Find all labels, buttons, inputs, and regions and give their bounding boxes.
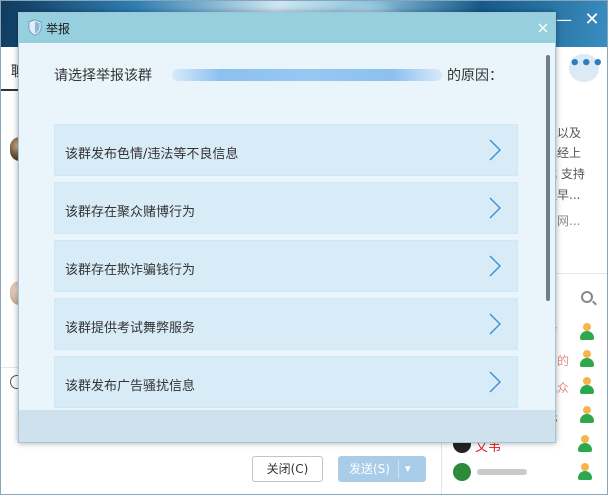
chevron-down-icon[interactable]: ▾ (405, 456, 411, 482)
reason-label: 该群存在聚众赌博行为 (65, 205, 196, 220)
user-icon (579, 406, 595, 424)
redacted-name (477, 469, 527, 475)
dialog-footer (19, 410, 555, 442)
more-options-button[interactable]: ••• (569, 54, 604, 82)
close-icon[interactable]: × (533, 17, 553, 39)
reason-item[interactable]: 该群存在聚众赌博行为 (54, 182, 518, 234)
user-icon (579, 350, 595, 368)
reason-item[interactable]: 该群发布广告骚扰信息 (54, 356, 518, 408)
user-icon (577, 435, 593, 453)
avatar (453, 463, 471, 481)
dialog-titlebar[interactable]: 举报 × (19, 13, 555, 43)
reason-label: 该群发布广告骚扰信息 (65, 379, 196, 394)
redacted-group-name (172, 69, 442, 81)
send-button-label: 发送(S) (349, 462, 390, 476)
report-dialog: 举报 × 请选择举报该群 的原因： 该群发布色情/违法等不良信息 该群存在聚众赌… (18, 12, 556, 443)
prompt-prefix: 请选择举报该群 (54, 68, 152, 84)
close-button[interactable]: 关闭(C) (252, 456, 323, 482)
chevron-right-icon (489, 371, 501, 393)
search-icon[interactable] (581, 291, 593, 303)
scrollbar-thumb[interactable] (546, 55, 550, 301)
chevron-right-icon (489, 197, 501, 219)
reason-label: 该群存在欺诈骗钱行为 (65, 263, 196, 278)
chevron-right-icon (489, 255, 501, 277)
reason-item[interactable]: 该群提供考试舞弊服务 (54, 298, 518, 350)
reason-item[interactable]: 该群存在欺诈骗钱行为 (54, 240, 518, 292)
reason-label: 该群发布色情/违法等不良信息 (65, 147, 239, 162)
shield-icon (28, 19, 42, 36)
reason-label: 该群提供考试舞弊服务 (65, 321, 196, 336)
send-button[interactable]: 发送(S) ▾ (338, 456, 426, 482)
chevron-right-icon (489, 139, 501, 161)
member-list-item[interactable] (453, 463, 592, 485)
user-icon (577, 463, 593, 481)
user-icon (579, 323, 595, 341)
send-button-divider (398, 460, 399, 478)
window-close-button[interactable]: ✕ (581, 9, 603, 31)
dialog-title: 举报 (46, 22, 71, 36)
prompt-suffix: 的原因： (447, 68, 503, 84)
reason-item[interactable]: 该群发布色情/违法等不良信息 (54, 124, 518, 176)
user-icon (579, 377, 595, 395)
minimize-button[interactable]: — (553, 9, 575, 31)
chevron-right-icon (489, 313, 501, 335)
